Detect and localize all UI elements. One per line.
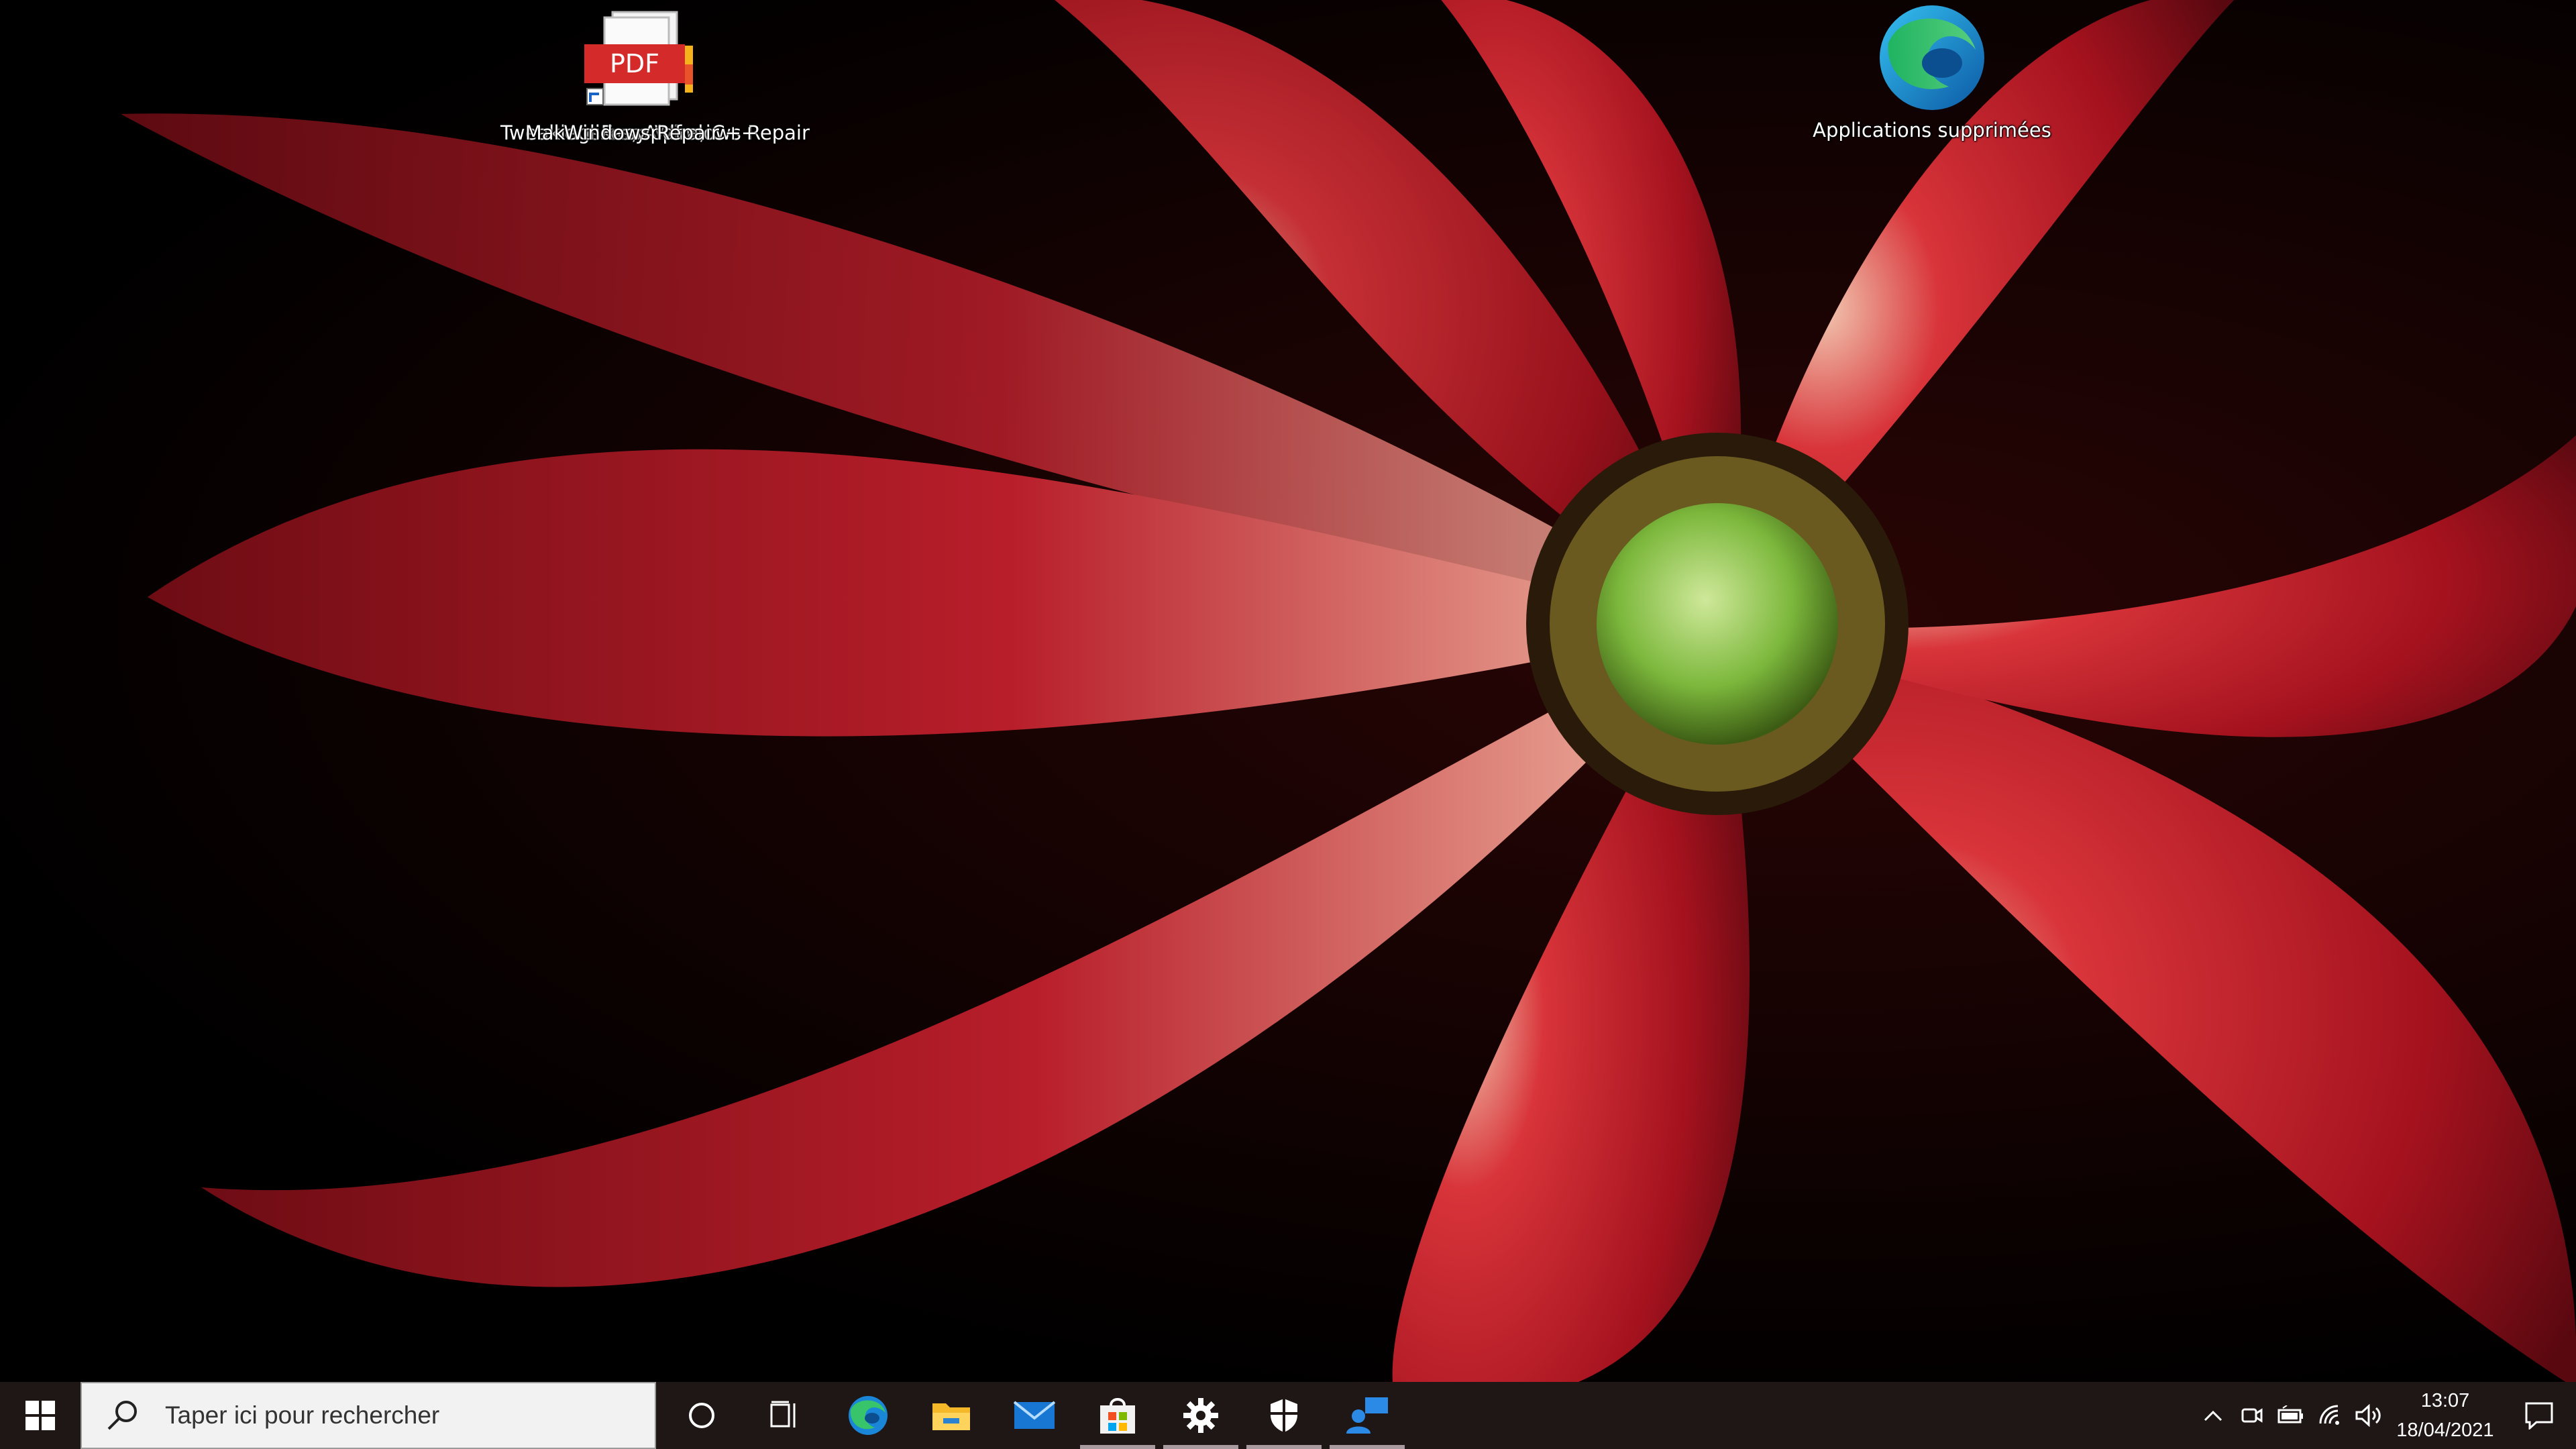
wifi-icon xyxy=(2319,1405,2339,1425)
desktop-icon-label: Applications supprimées xyxy=(1813,119,2051,142)
start-button[interactable] xyxy=(0,1382,80,1449)
volume-icon xyxy=(2355,1404,2381,1427)
desktop-icon-pdf-labels: Tweakings.com Windows Repair Make discs,… xyxy=(500,121,810,145)
clock-date: 18/04/2021 xyxy=(2396,1419,2494,1441)
taskbar-search-box[interactable] xyxy=(80,1382,656,1449)
taskbar-security-button[interactable] xyxy=(1242,1382,1326,1449)
action-center-button[interactable] xyxy=(2502,1382,2576,1449)
wallpaper-flower xyxy=(121,0,2576,1382)
file-explorer-icon xyxy=(932,1403,970,1430)
chevron-up-icon xyxy=(2204,1410,2222,1421)
task-view-icon xyxy=(770,1401,796,1428)
pdf-file-icon: PDF xyxy=(584,5,698,113)
settings-icon xyxy=(1183,1398,1218,1433)
battery-icon xyxy=(2277,1405,2303,1424)
tray-meet-now-button[interactable] xyxy=(2233,1382,2271,1449)
tray-volume-button[interactable] xyxy=(2349,1382,2388,1449)
cortana-button[interactable] xyxy=(660,1382,743,1449)
tray-battery-button[interactable] xyxy=(2271,1382,2310,1449)
task-view-button[interactable] xyxy=(743,1382,826,1449)
windows-logo-icon xyxy=(25,1401,55,1430)
desktop-icon-pdf-stack[interactable]: PDF Tweakings.com Windows Repair Make di… xyxy=(500,5,810,145)
taskbar-mail-button[interactable] xyxy=(993,1382,1076,1449)
system-tray: 13:07 18/04/2021 xyxy=(2194,1382,2576,1449)
quick-assist-icon xyxy=(1346,1397,1388,1434)
clock-time: 13:07 xyxy=(2420,1390,2470,1411)
desktop-icon-applications-supprimees[interactable]: Applications supprimées xyxy=(1791,3,2073,142)
notification-icon xyxy=(2525,1402,2553,1430)
edge-icon xyxy=(849,1396,888,1435)
meet-now-icon xyxy=(2241,1408,2263,1423)
search-icon xyxy=(107,1401,137,1430)
taskbar-file-explorer-button[interactable] xyxy=(910,1382,993,1449)
desktop[interactable]: PDF Tweakings.com Windows Repair Make di… xyxy=(0,0,2576,1382)
mail-icon xyxy=(1013,1401,1056,1429)
taskbar-edge-button[interactable] xyxy=(826,1382,910,1449)
taskbar: 13:07 18/04/2021 xyxy=(0,1382,2576,1449)
search-input[interactable] xyxy=(164,1401,596,1430)
taskbar-settings-button[interactable] xyxy=(1159,1382,1242,1449)
taskbar-quick-assist-button[interactable] xyxy=(1326,1382,1409,1449)
svg-text:PDF: PDF xyxy=(610,49,659,78)
security-icon xyxy=(1271,1399,1297,1432)
taskbar-store-button[interactable] xyxy=(1076,1382,1159,1449)
cortana-icon xyxy=(689,1403,714,1428)
store-icon xyxy=(1100,1398,1135,1434)
tray-network-button[interactable] xyxy=(2310,1382,2349,1449)
edge-icon xyxy=(1875,3,1989,110)
desktop-icon-label: Windows Repair xyxy=(564,121,719,144)
show-hidden-icons-button[interactable] xyxy=(2194,1382,2233,1449)
taskbar-clock[interactable]: 13:07 18/04/2021 xyxy=(2388,1386,2502,1445)
